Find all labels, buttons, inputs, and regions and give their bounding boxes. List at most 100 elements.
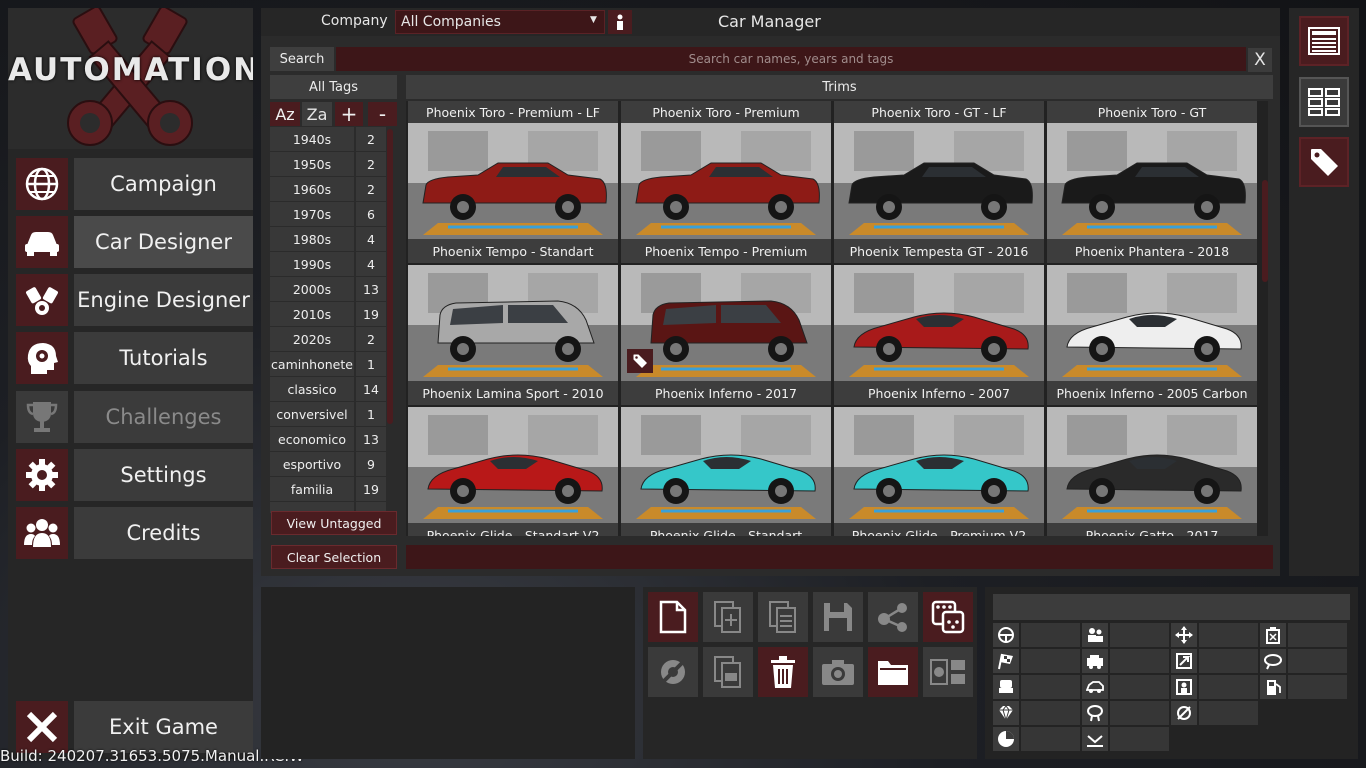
tag-icon[interactable]	[627, 349, 653, 373]
company-select-value: All Companies	[401, 14, 501, 30]
duplicate-button[interactable]	[703, 592, 753, 642]
trim-label[interactable]: Phoenix Toro - GT - LF	[834, 101, 1044, 123]
tag-row[interactable]: familia 19	[270, 477, 386, 501]
trims-grid: Phoenix Toro - Premium - LF Phoenix Toro …	[406, 101, 1268, 536]
stat-value	[1021, 701, 1080, 725]
car-trim-name: Phoenix Inferno - 2017	[621, 381, 831, 405]
photo-button[interactable]	[813, 647, 863, 697]
tag-row[interactable]: 1950s 2	[270, 152, 386, 176]
tag-row[interactable]: economico 13	[270, 427, 386, 451]
search-input[interactable]: Search car names, years and tags	[336, 47, 1246, 71]
tag-row[interactable]: caminhonete 1	[270, 352, 386, 376]
menu-engine-designer-button[interactable]: Engine Designer	[16, 274, 253, 326]
car-trim-card[interactable]: Phoenix Glide - Standart V2	[408, 407, 618, 536]
stat-value	[1199, 675, 1258, 699]
copy-car-button[interactable]	[703, 647, 753, 697]
stat-value	[1110, 701, 1169, 725]
clear-selection-button[interactable]: Clear Selection	[271, 545, 397, 569]
tag-name: 1990s	[270, 252, 354, 276]
car-trim-card[interactable]: Phoenix Gatto - 2017	[1047, 407, 1257, 536]
exit-game-button[interactable]: Exit Game	[16, 701, 253, 753]
view-untagged-button[interactable]: View Untagged	[271, 511, 397, 535]
sort-za-button[interactable]: Za	[302, 102, 332, 126]
remove-tag-button[interactable]: -	[368, 102, 397, 126]
tag-row[interactable]: esportivo 9	[270, 452, 386, 476]
tag-list-scrollbar[interactable]	[387, 129, 393, 424]
stat-value	[1199, 649, 1258, 673]
trim-label[interactable]: Phoenix Toro - Premium	[621, 101, 831, 123]
tag-icon	[1311, 149, 1338, 176]
clear-search-button[interactable]: X	[1248, 48, 1272, 72]
tag-row[interactable]: conversivel 1	[270, 402, 386, 426]
all-tags-button[interactable]: All Tags	[270, 75, 397, 99]
tag-button[interactable]	[1299, 137, 1349, 187]
tag-row[interactable]: 1970s 6	[270, 202, 386, 226]
menu-credits-button[interactable]: Credits	[16, 507, 253, 559]
menu-label: Challenges	[74, 391, 253, 443]
car-trim-card[interactable]: Phoenix Inferno - 2007	[834, 265, 1044, 405]
car-trim-card[interactable]: Phoenix Inferno - 2005 Carbon	[1047, 265, 1257, 405]
copy-pages-button[interactable]	[758, 592, 808, 642]
tag-row[interactable]: 2020s 2	[270, 327, 386, 351]
tag-name: economico	[270, 427, 354, 451]
cargo-icon	[1082, 649, 1108, 673]
save-button[interactable]	[813, 592, 863, 642]
car-trim-card[interactable]: Phoenix Tempo - Premium	[621, 123, 831, 263]
random-button[interactable]	[923, 592, 973, 642]
trims-scrollbar[interactable]	[1262, 180, 1268, 282]
new-car-button[interactable]	[648, 592, 698, 642]
menu-settings-button[interactable]: Settings	[16, 449, 253, 501]
gem-icon	[993, 701, 1019, 725]
delete-button[interactable]	[758, 647, 808, 697]
car-trim-name: Phoenix Inferno - 2007	[834, 381, 1044, 405]
tag-row[interactable]: 1990s 4	[270, 252, 386, 276]
engine-icon	[16, 274, 68, 326]
tag-name: conversivel	[270, 402, 354, 426]
stats-header	[993, 594, 1350, 620]
menu-challenges-button[interactable]: Challenges	[16, 391, 253, 443]
stat-value	[1288, 623, 1347, 647]
export-button[interactable]	[923, 647, 973, 697]
tag-count: 2	[356, 327, 386, 351]
logo-text: AUTOMATION	[8, 52, 253, 88]
chevron-down-icon: ▼	[590, 15, 597, 25]
people-icon	[16, 507, 68, 559]
add-tag-button[interactable]: +	[335, 102, 363, 126]
stat-value	[1110, 675, 1169, 699]
car-trim-name: Phoenix Glide - Standart V2	[408, 523, 618, 536]
menu-tutorials-button[interactable]: Tutorials	[16, 332, 253, 384]
tag-name: 1950s	[270, 152, 354, 176]
list-view-button[interactable]	[1299, 16, 1349, 66]
car-trim-card[interactable]: Phoenix Inferno - 2017	[621, 265, 831, 405]
tag-row[interactable]: classico 14	[270, 377, 386, 401]
car-trim-card[interactable]: Phoenix Tempesta GT - 2016	[834, 123, 1044, 263]
trim-label[interactable]: Phoenix Toro - Premium - LF	[408, 101, 618, 123]
tag-row[interactable]: 1940s 2	[270, 127, 386, 151]
tag-row[interactable]: 2010s 19	[270, 302, 386, 326]
copy-pages-icon	[769, 601, 796, 633]
car-thumbnail	[834, 407, 1044, 523]
stat-value	[1021, 675, 1080, 699]
car-thumbnail	[408, 407, 618, 523]
menu-campaign-button[interactable]: Campaign	[16, 158, 253, 210]
sort-az-button[interactable]: Az	[270, 102, 300, 126]
tools-button[interactable]	[648, 647, 698, 697]
share-button[interactable]	[868, 592, 918, 642]
car-thumbnail	[408, 123, 618, 239]
car-trim-card[interactable]: Phoenix Phantera - 2018	[1047, 123, 1257, 263]
car-trim-card[interactable]: Phoenix Glide - Standart	[621, 407, 831, 536]
tag-row[interactable]: 1980s 4	[270, 227, 386, 251]
trim-label[interactable]: Phoenix Toro - GT	[1047, 101, 1257, 123]
company-info-button[interactable]	[608, 10, 632, 34]
car-trim-card[interactable]: Phoenix Glide - Premium V2	[834, 407, 1044, 536]
car-trim-card[interactable]: Phoenix Tempo - Standart	[408, 123, 618, 263]
menu-label: Tutorials	[74, 332, 253, 384]
tag-row[interactable]: 1960s 2	[270, 177, 386, 201]
open-folder-button[interactable]	[868, 647, 918, 697]
company-select[interactable]: All Companies ▼	[395, 10, 605, 34]
menu-car-designer-button[interactable]: Car Designer	[16, 216, 253, 268]
tag-row[interactable]: 2000s 13	[270, 277, 386, 301]
service-icon	[1171, 675, 1197, 699]
grid-view-button[interactable]	[1299, 77, 1349, 127]
car-trim-card[interactable]: Phoenix Lamina Sport - 2010	[408, 265, 618, 405]
